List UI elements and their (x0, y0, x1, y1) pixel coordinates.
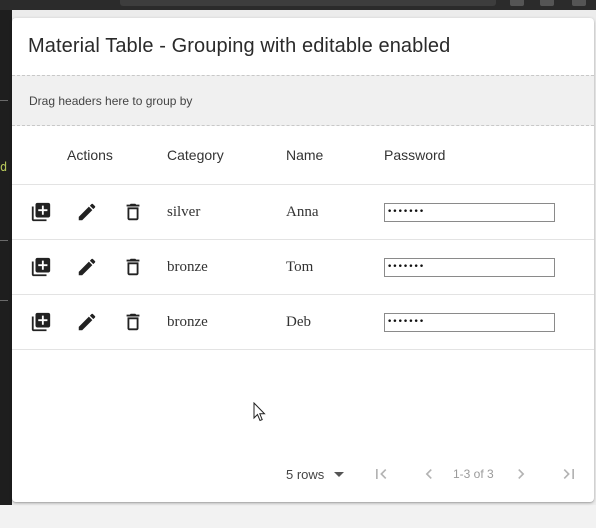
row-actions-cell (12, 184, 167, 240)
password-field[interactable] (384, 312, 555, 332)
data-table: Actions Category Name Password silver Ann… (12, 126, 594, 350)
previous-page-button[interactable] (418, 463, 440, 485)
column-header-category[interactable]: Category (167, 126, 286, 185)
host-editor-glyph: d (0, 160, 8, 174)
add-row-button[interactable] (30, 200, 52, 224)
category-cell: bronze (167, 239, 286, 295)
next-page-button[interactable] (510, 463, 532, 485)
column-header-name[interactable]: Name (286, 126, 384, 185)
row-actions-cell (12, 239, 167, 295)
host-address-bar (120, 0, 496, 6)
row-actions-cell (12, 294, 167, 350)
name-cell: Anna (286, 184, 384, 240)
host-toolbar-button (572, 0, 586, 6)
edit-row-button[interactable] (76, 200, 98, 224)
edit-icon (78, 203, 96, 221)
dropdown-arrow-icon (334, 471, 345, 477)
category-cell: bronze (167, 294, 286, 350)
delete-row-button[interactable] (122, 310, 144, 334)
table-row: bronze Tom (12, 239, 594, 295)
edit-icon (78, 313, 96, 331)
delete-icon (126, 203, 140, 221)
table-title: Material Table - Grouping with editable … (28, 35, 451, 57)
host-editor-strip: d (0, 10, 12, 528)
table-toolbar: Material Table - Grouping with editable … (12, 18, 594, 75)
mouse-pointer-icon (253, 402, 266, 422)
password-field[interactable] (384, 202, 555, 222)
group-by-drop-zone[interactable]: Drag headers here to group by (12, 75, 594, 126)
table-row: silver Anna (12, 184, 594, 240)
name-cell: Deb (286, 294, 384, 350)
material-table-card: Material Table - Grouping with editable … (12, 18, 594, 502)
host-editor-line (0, 100, 8, 101)
name-cell: Tom (286, 239, 384, 295)
host-top-bar (0, 0, 596, 10)
rows-per-page-select[interactable]: 5 rows (286, 466, 345, 482)
group-by-hint: Drag headers here to group by (29, 93, 193, 108)
edit-row-button[interactable] (76, 255, 98, 279)
chevron-left-icon (425, 469, 432, 479)
host-editor-line (0, 240, 8, 241)
header-row: Actions Category Name Password (12, 126, 594, 185)
add-row-button[interactable] (30, 310, 52, 334)
library-add-icon (31, 202, 51, 222)
edit-icon (78, 258, 96, 276)
first-page-icon (376, 469, 387, 479)
password-cell (384, 239, 594, 295)
edit-row-button[interactable] (76, 310, 98, 334)
host-toolbar-button (510, 0, 524, 6)
column-header-actions: Actions (12, 126, 167, 185)
host-bottom-area (0, 505, 596, 528)
table-row: bronze Deb (12, 294, 594, 350)
library-add-icon (31, 312, 51, 332)
delete-icon (126, 258, 140, 276)
last-page-button[interactable] (558, 463, 580, 485)
pagination: 5 rows 1-3 of 3 (12, 453, 594, 495)
column-header-password[interactable]: Password (384, 126, 594, 185)
chevron-right-icon (518, 469, 525, 479)
delete-icon (126, 313, 140, 331)
host-editor-line (0, 300, 8, 301)
last-page-icon (563, 469, 574, 479)
library-add-icon (31, 257, 51, 277)
password-cell (384, 184, 594, 240)
rows-per-page-value: 5 rows (286, 466, 325, 482)
category-cell: silver (167, 184, 286, 240)
delete-row-button[interactable] (122, 255, 144, 279)
add-row-button[interactable] (30, 255, 52, 279)
delete-row-button[interactable] (122, 200, 144, 224)
host-toolbar-button (540, 0, 554, 6)
password-field[interactable] (384, 257, 555, 277)
password-cell (384, 294, 594, 350)
first-page-button[interactable] (370, 463, 392, 485)
page-range-info: 1-3 of 3 (453, 467, 494, 481)
